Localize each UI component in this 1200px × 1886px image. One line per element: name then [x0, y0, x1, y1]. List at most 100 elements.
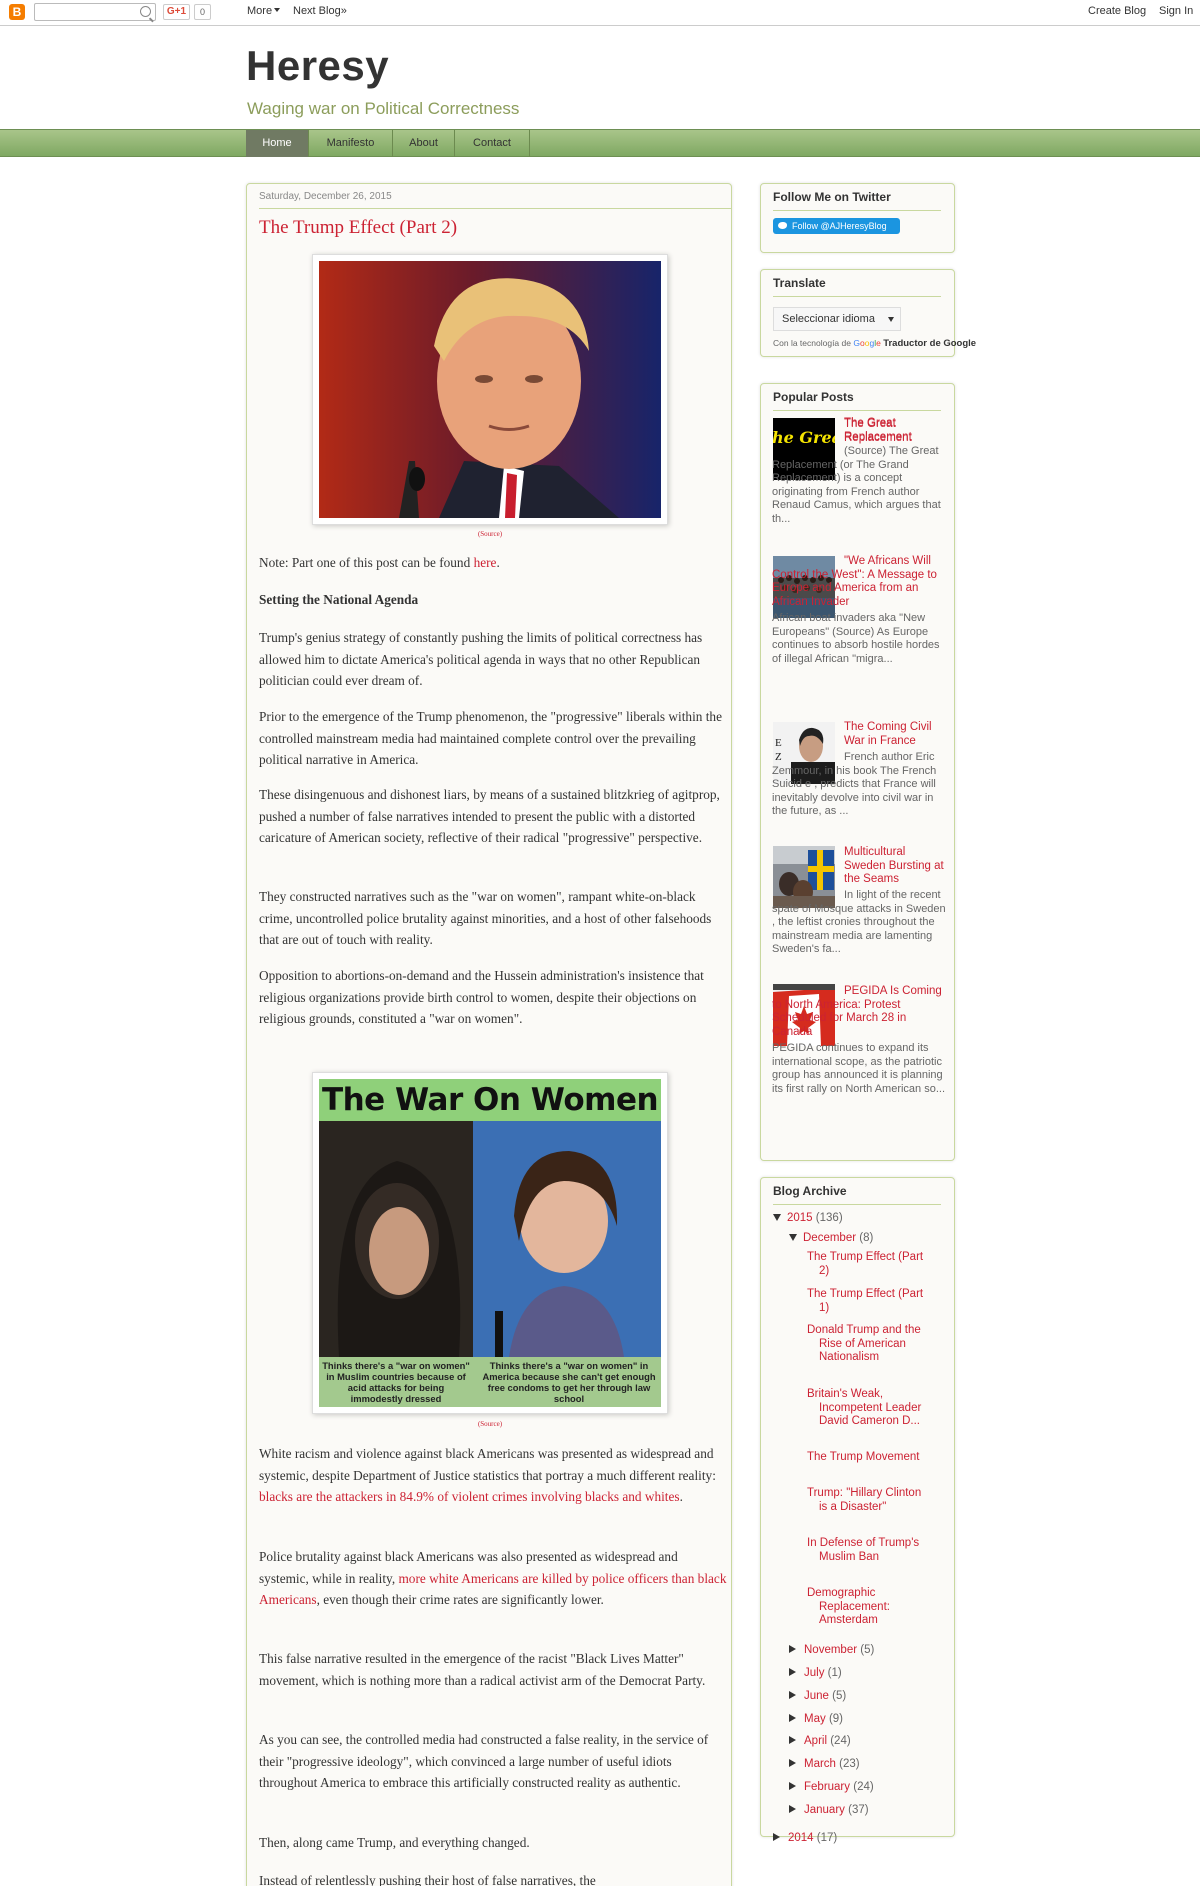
archive-count: (136): [815, 1212, 843, 1224]
archive-count: (5): [860, 1644, 875, 1656]
archive-month-item[interactable]: July (1): [789, 1667, 842, 1679]
popular-post-3-text: The Coming Civil War in France: [844, 721, 946, 748]
part-one-link[interactable]: here: [474, 555, 497, 570]
collapsed-arrow-icon[interactable]: [773, 1833, 780, 1841]
tab-manifesto[interactable]: Manifesto: [309, 130, 393, 157]
post-image-trump[interactable]: [312, 254, 668, 525]
tab-contact[interactable]: Contact: [455, 130, 530, 157]
archive-post-link[interactable]: Demographic Replacement: Amsterdam: [807, 1587, 927, 1628]
expanded-arrow-icon[interactable]: [789, 1234, 797, 1241]
widget-divider: [773, 410, 941, 411]
archive-month-label[interactable]: June: [804, 1690, 829, 1702]
collapsed-arrow-icon[interactable]: [789, 1714, 796, 1722]
search-icon[interactable]: [140, 6, 151, 17]
archive-month-label[interactable]: April: [804, 1735, 827, 1747]
archive-year-2014[interactable]: 2014 (17): [773, 1832, 837, 1844]
post-title[interactable]: The Trump Effect (Part 2): [259, 217, 457, 239]
create-blog-link[interactable]: Create Blog: [1088, 5, 1146, 17]
google-logo-icon: Google: [853, 338, 881, 348]
collapsed-arrow-icon[interactable]: [789, 1782, 796, 1790]
archive-month-item[interactable]: June (5): [789, 1690, 846, 1702]
translate-widget: Translate Seleccionar idioma Con la tecn…: [760, 269, 976, 357]
expanded-arrow-icon[interactable]: [773, 1214, 781, 1221]
widget-divider: [773, 296, 941, 297]
page-tabs: Home Manifesto About Contact: [0, 129, 1200, 157]
note-suffix: .: [496, 555, 500, 570]
collapsed-arrow-icon[interactable]: [789, 1691, 796, 1699]
collapsed-arrow-icon[interactable]: [789, 1736, 796, 1744]
image-source-link-1[interactable]: (Source): [247, 530, 733, 538]
twitter-follow-button[interactable]: Follow @AJHeresyBlog: [773, 218, 900, 234]
widget-title: Translate: [773, 276, 826, 290]
post-paragraph: Police brutality against black Americans…: [259, 1546, 729, 1611]
twitter-bird-icon: [778, 222, 787, 229]
follow-label: Follow @AJHeresyBlog: [792, 221, 887, 231]
archive-year-label[interactable]: 2015: [787, 1212, 813, 1224]
popular-post-1-text: The Great Replacement: [844, 417, 946, 444]
date-divider: [259, 208, 731, 209]
archive-month-december[interactable]: December (8): [789, 1232, 873, 1244]
popular-post-title[interactable]: The Coming Civil War in France: [844, 721, 946, 748]
archive-month-label[interactable]: November: [804, 1644, 857, 1656]
language-select[interactable]: Seleccionar idioma: [773, 307, 901, 331]
post-paragraph: Opposition to abortions-on-demand and th…: [259, 968, 704, 1027]
collapsed-arrow-icon[interactable]: [789, 1668, 796, 1676]
blog-search-input[interactable]: [34, 3, 156, 21]
note-prefix: Note: Part one of this post can be found: [259, 555, 474, 570]
archive-month-item[interactable]: May (9): [789, 1713, 843, 1725]
more-menu[interactable]: More: [247, 5, 281, 17]
archive-post-link[interactable]: The Trump Movement: [807, 1451, 927, 1465]
collapsed-arrow-icon[interactable]: [789, 1805, 796, 1813]
archive-post-link[interactable]: The Trump Effect (Part 1): [807, 1288, 927, 1315]
archive-count: (5): [832, 1690, 847, 1702]
archive-post-link[interactable]: The Trump Effect (Part 2): [807, 1251, 927, 1278]
doj-statistics-link[interactable]: blacks are the attackers in 84.9% of vio…: [259, 1489, 680, 1504]
archive-month-label[interactable]: February: [804, 1781, 850, 1793]
archive-month-item[interactable]: February (24): [789, 1781, 874, 1793]
archive-post-link[interactable]: Trump: "Hillary Clinton is a Disaster": [807, 1487, 927, 1514]
archive-year-2015[interactable]: 2015 (136): [773, 1212, 843, 1224]
archive-month-label[interactable]: March: [804, 1758, 836, 1770]
post-paragraph: These disingenuous and dishonest liars, …: [259, 787, 720, 846]
archive-month-label[interactable]: July: [804, 1667, 824, 1679]
blogger-logo-icon[interactable]: B: [9, 4, 25, 20]
archive-post-link[interactable]: Donald Trump and the Rise of American Na…: [807, 1324, 927, 1365]
gplus-count: 0: [194, 4, 211, 20]
archive-month-item[interactable]: November (5): [789, 1644, 874, 1656]
archive-post-link[interactable]: In Defense of Trump's Muslim Ban: [807, 1537, 927, 1564]
sign-in-link[interactable]: Sign In: [1159, 5, 1193, 17]
tab-about[interactable]: About: [393, 130, 455, 157]
popular-post-title[interactable]: Multicultural Sweden Bursting at the Sea…: [844, 846, 946, 887]
collapsed-arrow-icon[interactable]: [789, 1645, 796, 1653]
post-date: Saturday, December 26, 2015: [259, 191, 392, 202]
gplus-button[interactable]: G+1: [163, 4, 190, 20]
post-paragraph: Instead of relentlessly pushing their ho…: [259, 1873, 596, 1886]
language-select-value: Seleccionar idioma: [782, 313, 875, 325]
post-image-war-on-women[interactable]: The War On Women Thinks there's a "war o…: [312, 1072, 668, 1414]
image-source-link-2[interactable]: (Source): [247, 1420, 733, 1428]
post-paragraph: This false narrative resulted in the eme…: [259, 1651, 706, 1688]
popular-post-title[interactable]: "We Africans Will Control the West": A M…: [772, 555, 947, 609]
archive-month-label[interactable]: January: [804, 1804, 845, 1816]
more-label[interactable]: More: [247, 5, 272, 17]
archive-month-item[interactable]: March (23): [789, 1758, 860, 1770]
archive-count: (9): [828, 1713, 843, 1725]
archive-month-label[interactable]: May: [804, 1713, 826, 1725]
collapsed-arrow-icon[interactable]: [789, 1759, 796, 1767]
popular-post-title[interactable]: The Great Replacement: [844, 417, 946, 444]
blogger-navbar: B G+1 0 More Next Blog» Create Blog Sign…: [0, 0, 1200, 26]
popular-post-5-text: PEGIDA Is Coming to North America: Prote…: [772, 985, 947, 1096]
archive-month-item[interactable]: January (37): [789, 1804, 869, 1816]
popular-post-snippet: (Source) The Great Replacement (or The G…: [772, 445, 941, 525]
archive-month-label[interactable]: December: [803, 1232, 856, 1244]
archive-count: (37): [848, 1804, 869, 1816]
tab-home[interactable]: Home: [246, 130, 309, 157]
popular-post-title[interactable]: PEGIDA Is Coming to North America: Prote…: [772, 985, 947, 1039]
archive-month-item[interactable]: April (24): [789, 1735, 851, 1747]
next-blog-link[interactable]: Next Blog»: [293, 5, 347, 17]
archive-year-label[interactable]: 2014: [788, 1832, 814, 1844]
blog-title[interactable]: Heresy: [246, 42, 389, 90]
google-translate-attribution[interactable]: Con la tecnología de Google Traductor de…: [773, 338, 976, 349]
war-on-women-image: The War On Women Thinks there's a "war o…: [319, 1079, 661, 1407]
archive-post-link[interactable]: Britain's Weak, Incompetent Leader David…: [807, 1388, 927, 1429]
